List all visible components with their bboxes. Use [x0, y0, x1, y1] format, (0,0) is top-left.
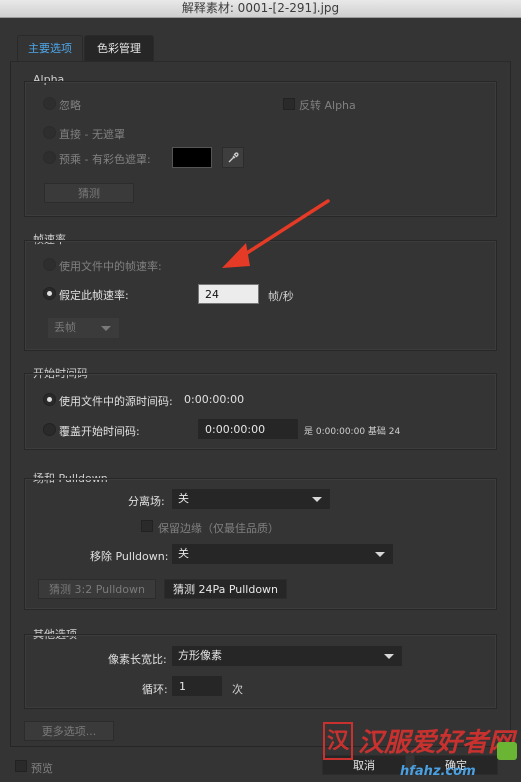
tab-color-management[interactable]: 色彩管理: [84, 35, 154, 61]
matte-color-swatch[interactable]: [172, 147, 212, 168]
preserve-edges-label: 保留边缘（仅最佳品质）: [158, 522, 279, 535]
preview-checkbox[interactable]: [15, 760, 27, 772]
use-file-framerate-radio[interactable]: [43, 258, 56, 271]
watermark-url: hfahz.com: [400, 764, 476, 779]
alpha-straight-radio[interactable]: [43, 126, 56, 139]
alpha-premultiplied-radio[interactable]: [43, 151, 56, 164]
eyedropper-icon: [228, 152, 239, 163]
chevron-down-icon: [101, 326, 111, 331]
invert-alpha-label: 反转 Alpha: [299, 99, 356, 112]
alpha-ignore-label: 忽略: [59, 99, 81, 112]
assume-framerate-label: 假定此帧速率:: [59, 289, 129, 302]
tab-main-options[interactable]: 主要选项: [17, 35, 83, 61]
chevron-down-icon: [312, 497, 322, 502]
watermark-seal: 汉: [323, 722, 353, 760]
framerate-input[interactable]: 24: [198, 284, 259, 304]
use-source-timecode-label: 使用文件中的源时间码:: [59, 395, 173, 408]
separate-fields-select[interactable]: 关: [172, 489, 330, 509]
guess-24pa-pulldown-button[interactable]: 猜测 24Pa Pulldown: [164, 579, 287, 599]
loop-input[interactable]: 1: [172, 676, 222, 696]
alpha-premultiplied-label: 预乘 - 有彩色遮罩:: [59, 153, 151, 166]
override-timecode-input[interactable]: 0:00:00:00: [198, 419, 298, 439]
remove-pulldown-label: 移除 Pulldown:: [90, 550, 169, 563]
pixel-aspect-label: 像素长宽比:: [108, 653, 167, 666]
pixel-aspect-select[interactable]: 方形像素: [172, 646, 402, 666]
use-file-framerate-label: 使用文件中的帧速率:: [59, 260, 162, 273]
separate-fields-value: 关: [178, 492, 189, 505]
use-source-timecode-radio[interactable]: [43, 393, 56, 406]
timecode-info: 是 0:00:00:00 基础 24: [304, 427, 401, 437]
invert-alpha-checkbox[interactable]: [283, 98, 295, 110]
alpha-guess-button[interactable]: 猜测: [44, 183, 134, 203]
framerate-unit: 帧/秒: [268, 290, 294, 303]
alpha-straight-label: 直接 - 无遮罩: [59, 128, 125, 141]
remove-pulldown-value: 关: [178, 547, 189, 560]
remove-pulldown-select[interactable]: 关: [172, 544, 393, 564]
separate-fields-label: 分离场:: [128, 495, 165, 508]
alpha-ignore-radio[interactable]: [43, 97, 56, 110]
assume-framerate-radio[interactable]: [43, 287, 56, 300]
guess-32-pulldown-button[interactable]: 猜测 3:2 Pulldown: [38, 579, 156, 599]
eyedropper-button[interactable]: [222, 147, 244, 168]
source-timecode-value: 0:00:00:00: [184, 393, 245, 406]
drop-frame-select[interactable]: 丢帧: [48, 318, 119, 338]
window-title: 解释素材: 0001-[2-291].jpg: [0, 0, 521, 18]
loop-unit: 次: [232, 683, 243, 696]
override-timecode-radio[interactable]: [43, 423, 56, 436]
override-timecode-label: 覆盖开始时间码:: [59, 425, 140, 438]
watermark-text: 汉服爱好者网: [358, 728, 515, 758]
more-options-button[interactable]: 更多选项...: [24, 721, 114, 741]
chevron-down-icon: [384, 654, 394, 659]
drop-frame-value: 丢帧: [54, 321, 76, 334]
pixel-aspect-value: 方形像素: [178, 649, 222, 662]
watermark-badge-icon: [497, 742, 517, 760]
chevron-down-icon: [375, 552, 385, 557]
preserve-edges-checkbox[interactable]: [141, 520, 153, 532]
preview-label: 预览: [31, 762, 53, 775]
loop-label: 循环:: [142, 683, 168, 696]
